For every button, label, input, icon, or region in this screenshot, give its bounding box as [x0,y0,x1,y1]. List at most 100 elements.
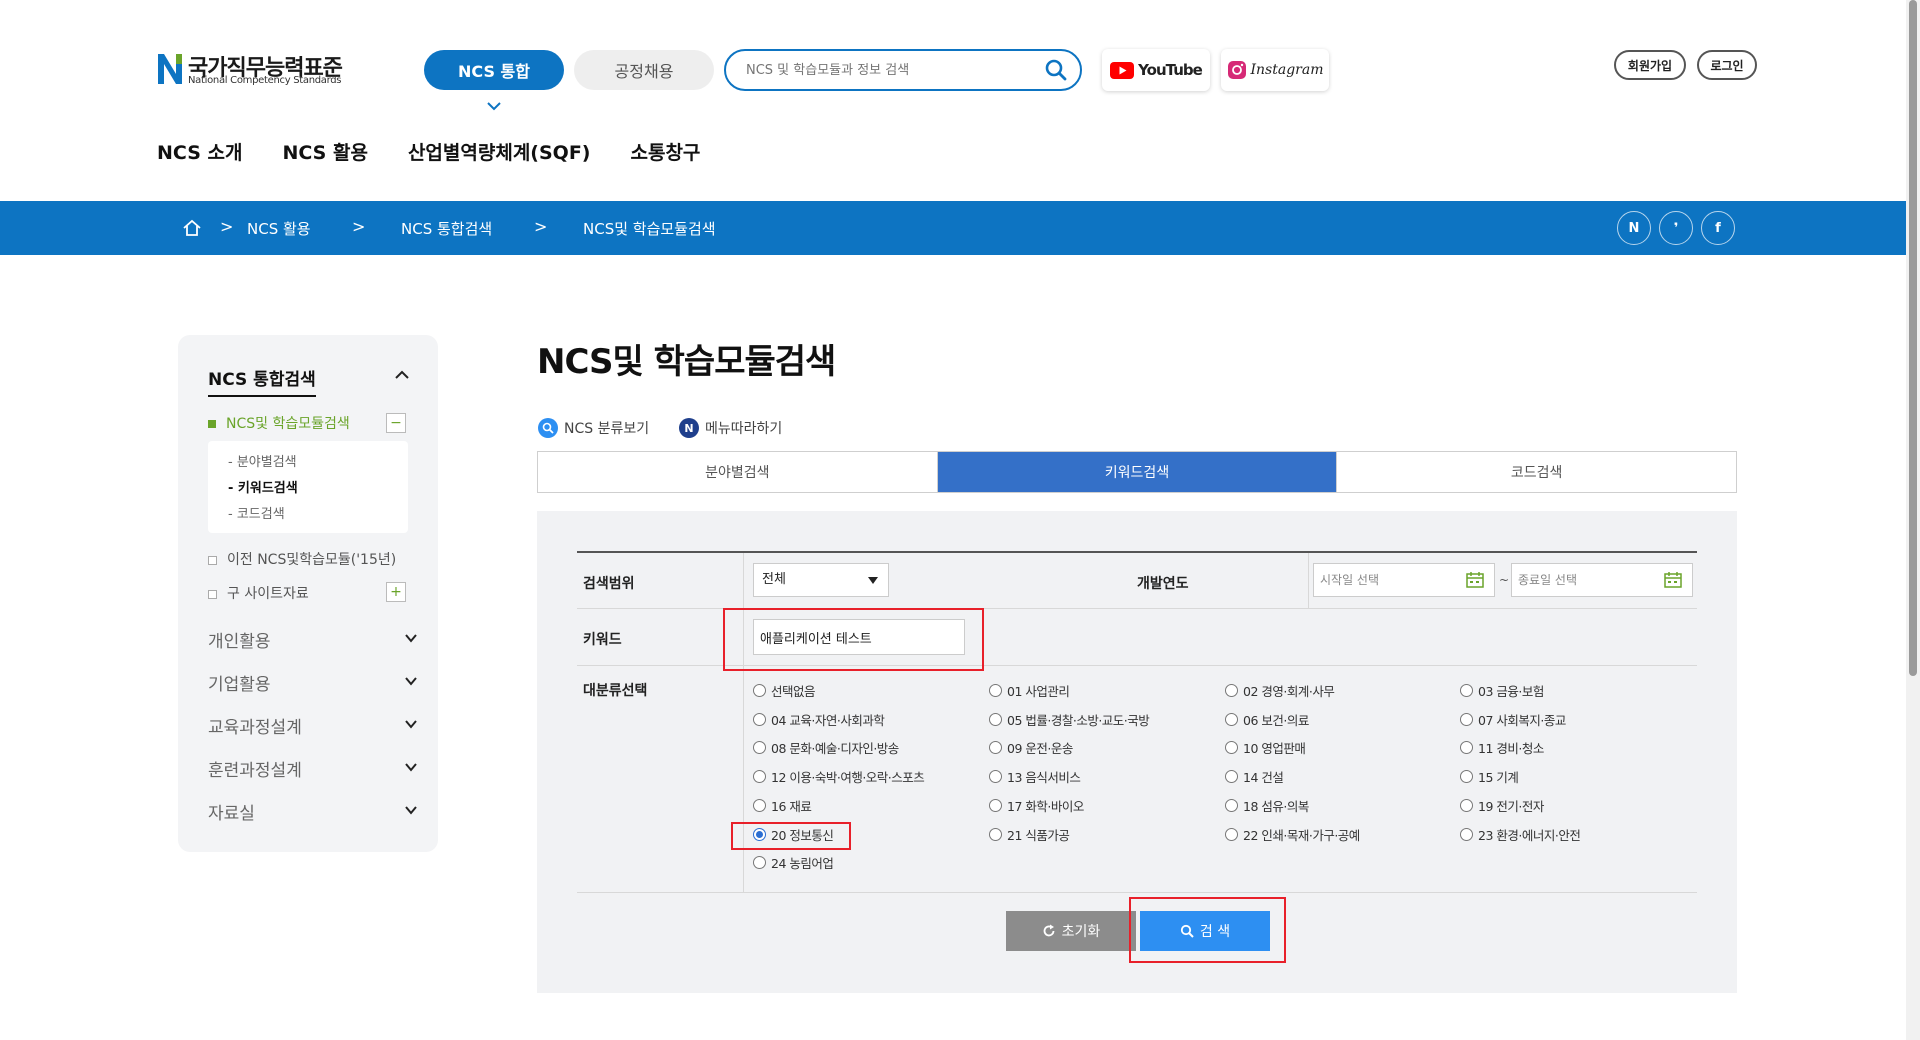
radio-button[interactable] [753,856,766,870]
sidebar-item-old-site-data[interactable]: 구 사이트자료 [208,583,309,603]
category-radio-option[interactable]: 22 인쇄·목재·가구·공예 [1225,825,1360,844]
category-radio-option[interactable]: 18 섬유·의복 [1225,796,1309,815]
radio-button[interactable] [989,712,1002,726]
radio-button[interactable] [753,741,766,755]
breadcrumb-item-current[interactable]: NCS및 학습모듈검색 [583,218,716,239]
category-radio-option[interactable]: 20 정보통신 [753,825,834,844]
radio-button[interactable] [1460,770,1473,784]
calendar-icon[interactable] [1664,572,1682,588]
menu-follow-link[interactable]: N 메뉴따라하기 [679,418,782,438]
sidebar-menu-training[interactable]: 훈련과정설계 [208,756,418,781]
category-radio-option[interactable]: 06 보건·의료 [1225,710,1309,729]
tab-code-search[interactable]: 코드검색 [1337,452,1737,492]
category-radio-option[interactable]: 11 경비·청소 [1460,738,1544,757]
sidebar-menu-archive[interactable]: 자료실 [208,799,418,824]
naver-share-button[interactable]: N [1617,211,1651,245]
page-scrollbar-thumb[interactable] [1909,0,1917,676]
radio-button[interactable] [753,770,766,784]
radio-button[interactable] [753,684,766,697]
ncs-tree-link[interactable]: NCS 분류보기 [538,418,649,438]
youtube-play-icon [1110,61,1135,79]
submenu-item-keyword-search[interactable]: - 키워드검색 [228,477,298,496]
ncs-integrated-tab[interactable]: NCS 통합 [424,50,564,90]
radio-button[interactable] [1225,741,1238,755]
radio-button[interactable] [753,798,766,812]
category-radio-option[interactable]: 03 금융·보험 [1460,681,1544,700]
facebook-share-button[interactable]: f [1701,211,1735,245]
category-radio-option[interactable]: 05 법률·경찰·소방·교도·국방 [989,710,1150,729]
category-radio-option[interactable]: 09 운전·운송 [989,738,1073,757]
sidebar-title[interactable]: NCS 통합검색 [208,365,316,397]
category-radio-option[interactable]: 17 화학·바이오 [989,796,1084,815]
start-date-field[interactable]: 시작일 선택 [1313,563,1495,597]
keyword-input[interactable] [753,619,965,655]
category-radio-option[interactable]: 07 사회복지·종교 [1460,710,1566,729]
radio-button[interactable] [753,827,766,841]
category-radio-option[interactable]: 01 사업관리 [989,681,1070,700]
radio-button[interactable] [1460,684,1473,697]
expand-button[interactable]: + [386,582,406,602]
radio-button[interactable] [1225,798,1238,812]
reset-button[interactable]: 초기화 [1006,911,1136,951]
category-radio-option[interactable]: 16 재료 [753,796,812,815]
category-radio-option[interactable]: 선택없음 [753,681,816,700]
radio-button[interactable] [1460,741,1473,755]
radio-button[interactable] [989,684,1002,697]
sidebar-item-ncs-module-search[interactable]: NCS및 학습모듈검색 [208,413,350,433]
tab-field-search[interactable]: 분야별검색 [538,452,938,492]
collapse-button[interactable]: − [386,413,406,433]
category-radio-option[interactable]: 14 건설 [1225,767,1284,786]
breadcrumb-item-ncs-use[interactable]: NCS 활용 [247,218,311,239]
radio-button[interactable] [1460,827,1473,841]
join-button[interactable]: 회원가입 [1614,50,1686,80]
category-radio-option[interactable]: 24 농림어업 [753,853,834,872]
category-radio-option[interactable]: 02 경영·회계·사무 [1225,681,1335,700]
radio-button[interactable] [1460,798,1473,812]
login-button[interactable]: 로그인 [1697,50,1757,80]
tab-keyword-search[interactable]: 키워드검색 [937,452,1338,492]
home-icon[interactable] [182,218,202,238]
sidebar-menu-curriculum[interactable]: 교육과정설계 [208,713,418,738]
search-button[interactable]: 검 색 [1140,911,1270,951]
sidebar-item-previous-ncs[interactable]: 이전 NCS및학습모듈('15년) [208,549,396,569]
search-icon[interactable] [1044,58,1068,82]
category-radio-option[interactable]: 12 이용·숙박·여행·오락·스포츠 [753,767,925,786]
end-date-field[interactable]: 종료일 선택 [1511,563,1693,597]
gnb-item-communication[interactable]: 소통창구 [630,138,700,165]
gnb-item-ncs-use[interactable]: NCS 활용 [282,138,367,165]
category-radio-option[interactable]: 21 식품가공 [989,825,1070,844]
fair-hiring-tab[interactable]: 공정채용 [574,50,714,90]
calendar-icon[interactable] [1466,572,1484,588]
gnb-item-sqf[interactable]: 산업별역량체계(SQF) [408,138,591,165]
category-radio-option[interactable]: 10 영업판매 [1225,738,1306,757]
radio-button[interactable] [989,770,1002,784]
radio-button[interactable] [1225,827,1238,841]
radio-button[interactable] [1225,712,1238,726]
scope-select[interactable]: 전체 [753,563,889,597]
radio-button[interactable] [989,741,1002,755]
category-radio-option[interactable]: 08 문화·예술·디자인·방송 [753,738,899,757]
chevron-up-icon[interactable] [394,369,410,381]
kakao-share-button[interactable]: ❜ [1659,211,1693,245]
radio-button[interactable] [989,798,1002,812]
instagram-link[interactable]: Instagram [1221,49,1329,91]
category-radio-option[interactable]: 19 전기·전자 [1460,796,1544,815]
radio-button[interactable] [1225,770,1238,784]
category-radio-option[interactable]: 13 음식서비스 [989,767,1081,786]
sidebar-menu-personal[interactable]: 개인활용 [208,627,418,652]
radio-button[interactable] [989,827,1002,841]
category-radio-option[interactable]: 15 기계 [1460,767,1519,786]
submenu-item-code-search[interactable]: - 코드검색 [228,503,285,522]
radio-button[interactable] [1225,684,1238,697]
global-search-input[interactable] [744,57,1034,83]
youtube-link[interactable]: YouTube [1102,49,1210,91]
radio-button[interactable] [753,712,766,726]
category-radio-option[interactable]: 04 교육·자연·사회과학 [753,710,885,729]
submenu-item-field-search[interactable]: - 분야별검색 [228,451,297,470]
sidebar-menu-enterprise[interactable]: 기업활용 [208,670,418,695]
breadcrumb-item-integrated-search[interactable]: NCS 통합검색 [401,218,492,239]
site-logo[interactable]: 국가직무능력표준 National Competency Standards [156,50,343,90]
gnb-item-ncs-intro[interactable]: NCS 소개 [157,138,242,165]
category-radio-option[interactable]: 23 환경·에너지·안전 [1460,825,1581,844]
radio-button[interactable] [1460,712,1473,726]
